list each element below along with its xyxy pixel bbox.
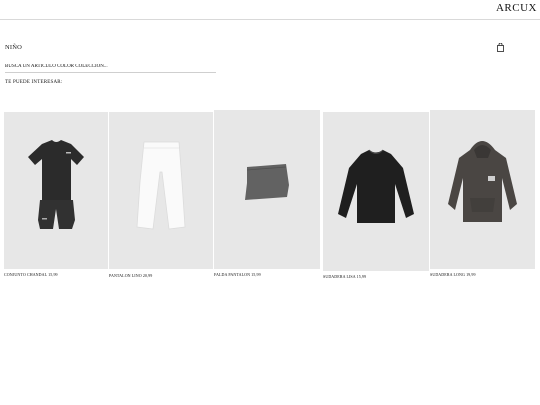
search-input[interactable]	[5, 60, 216, 73]
recommendations-title: TE PUEDE INTERESAR:	[5, 80, 63, 85]
product-caption[interactable]: SUDADERA LONG 19,99	[430, 272, 476, 277]
top-bar: ARCUX	[0, 0, 540, 20]
product-card[interactable]: SUDADERA LISA 15,99	[323, 112, 429, 284]
product-image-plain-sweatshirt[interactable]	[323, 112, 429, 271]
product-card[interactable]: PANTALON LINO 20,99	[109, 112, 213, 282]
product-caption[interactable]: CONJUNTO CHANDAL 15,99	[4, 272, 58, 277]
product-caption[interactable]: FALDA PANTALON 15,99	[214, 272, 261, 277]
shopping-bag-icon[interactable]	[497, 39, 504, 52]
product-image-skort[interactable]	[214, 110, 320, 269]
product-card[interactable]: CONJUNTO CHANDAL 15,99	[4, 112, 108, 280]
brand-logo[interactable]: ARCUX	[496, 2, 537, 14]
page-title: NIÑO	[5, 44, 23, 51]
product-image-tracksuit-set[interactable]	[4, 112, 108, 269]
product-caption[interactable]: SUDADERA LISA 15,99	[323, 274, 366, 279]
product-caption[interactable]: PANTALON LINO 20,99	[109, 273, 152, 278]
product-image-hoodie[interactable]	[430, 110, 535, 269]
product-card[interactable]: SUDADERA LONG 19,99	[430, 110, 535, 282]
product-card[interactable]: FALDA PANTALON 15,99	[214, 110, 320, 282]
product-image-linen-trousers[interactable]	[109, 112, 213, 269]
